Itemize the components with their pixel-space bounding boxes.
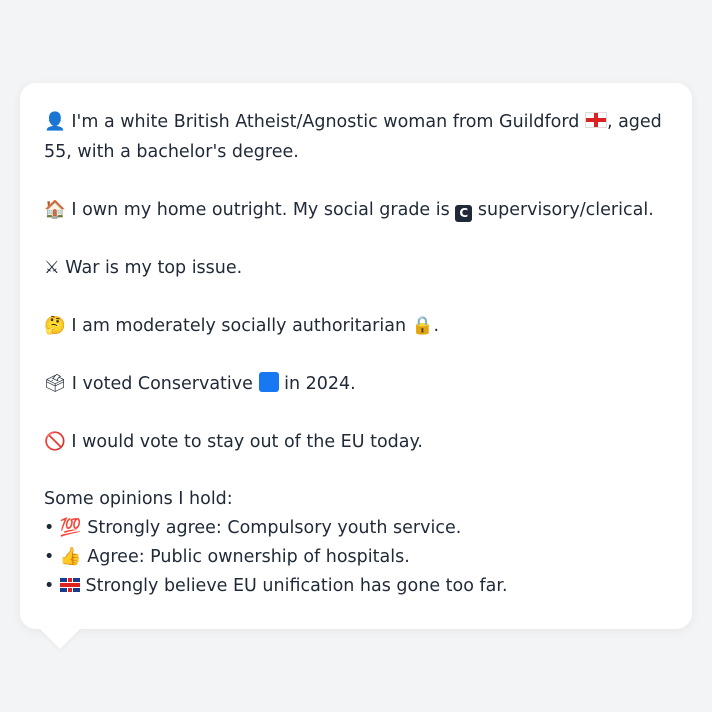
lock-icon: 🔒 — [411, 316, 434, 336]
social-text: I am moderately socially authoritarian — [71, 316, 407, 336]
thumbs-up-icon: 👍 — [59, 547, 82, 567]
eu-paragraph: 🚫 I would vote to stay out of the EU tod… — [44, 427, 668, 457]
social-paragraph: 🤔 I am moderately socially authoritarian… — [44, 311, 668, 341]
bullet: • — [44, 576, 55, 596]
person-icon: 👤 — [44, 112, 66, 132]
intro-text: I'm a white British Atheist/Agnostic wom… — [71, 112, 580, 132]
opinions-section: Some opinions I hold: • 💯 Strongly agree… — [44, 485, 668, 601]
thinking-face-icon: 🤔 — [44, 316, 66, 336]
vote-year-text: in 2024. — [284, 374, 356, 394]
vote-text: I voted Conservative — [71, 374, 253, 394]
social-punct: . — [433, 316, 440, 336]
persona-card: 👤 I'm a white British Atheist/Agnostic w… — [20, 83, 692, 629]
eu-text: I would vote to stay out of the EU today… — [71, 432, 423, 452]
opinion-text: Agree: Public ownership of hospitals. — [87, 547, 410, 567]
speech-bubble-tail — [40, 629, 80, 649]
hundred-points-icon: 💯 — [59, 518, 82, 538]
bullet: • — [44, 518, 55, 538]
opinions-heading: Some opinions I hold: — [44, 489, 233, 509]
uk-flag-icon — [59, 578, 80, 592]
intro-paragraph: 👤 I'm a white British Atheist/Agnostic w… — [44, 107, 668, 167]
crossed-swords-icon: ⚔ — [44, 258, 60, 278]
bullet: • — [44, 547, 55, 567]
opinion-item: • 💯 Strongly agree: Compulsory youth ser… — [44, 514, 668, 543]
issue-paragraph: ⚔ War is my top issue. — [44, 253, 668, 283]
no-entry-icon: 🚫 — [44, 432, 66, 452]
grade-badge: C — [455, 205, 473, 222]
opinion-item: • 👍 Agree: Public ownership of hospitals… — [44, 543, 668, 572]
ballot-box-icon: 🗳 — [44, 374, 67, 394]
conservative-color-square — [258, 372, 279, 392]
issue-text: War is my top issue. — [65, 258, 243, 278]
grade-text: supervisory/clerical. — [477, 200, 654, 220]
opinion-item: • Strongly believe EU unification has go… — [44, 572, 668, 601]
house-icon: 🏠 — [44, 200, 66, 220]
england-flag-icon — [584, 112, 607, 128]
vote-paragraph: 🗳 I voted Conservative in 2024. — [44, 369, 668, 399]
home-paragraph: 🏠 I own my home outright. My social grad… — [44, 195, 668, 225]
home-text: I own my home outright. My social grade … — [71, 200, 450, 220]
opinion-text: Strongly believe EU unification has gone… — [85, 576, 508, 596]
opinion-text: Strongly agree: Compulsory youth service… — [87, 518, 462, 538]
